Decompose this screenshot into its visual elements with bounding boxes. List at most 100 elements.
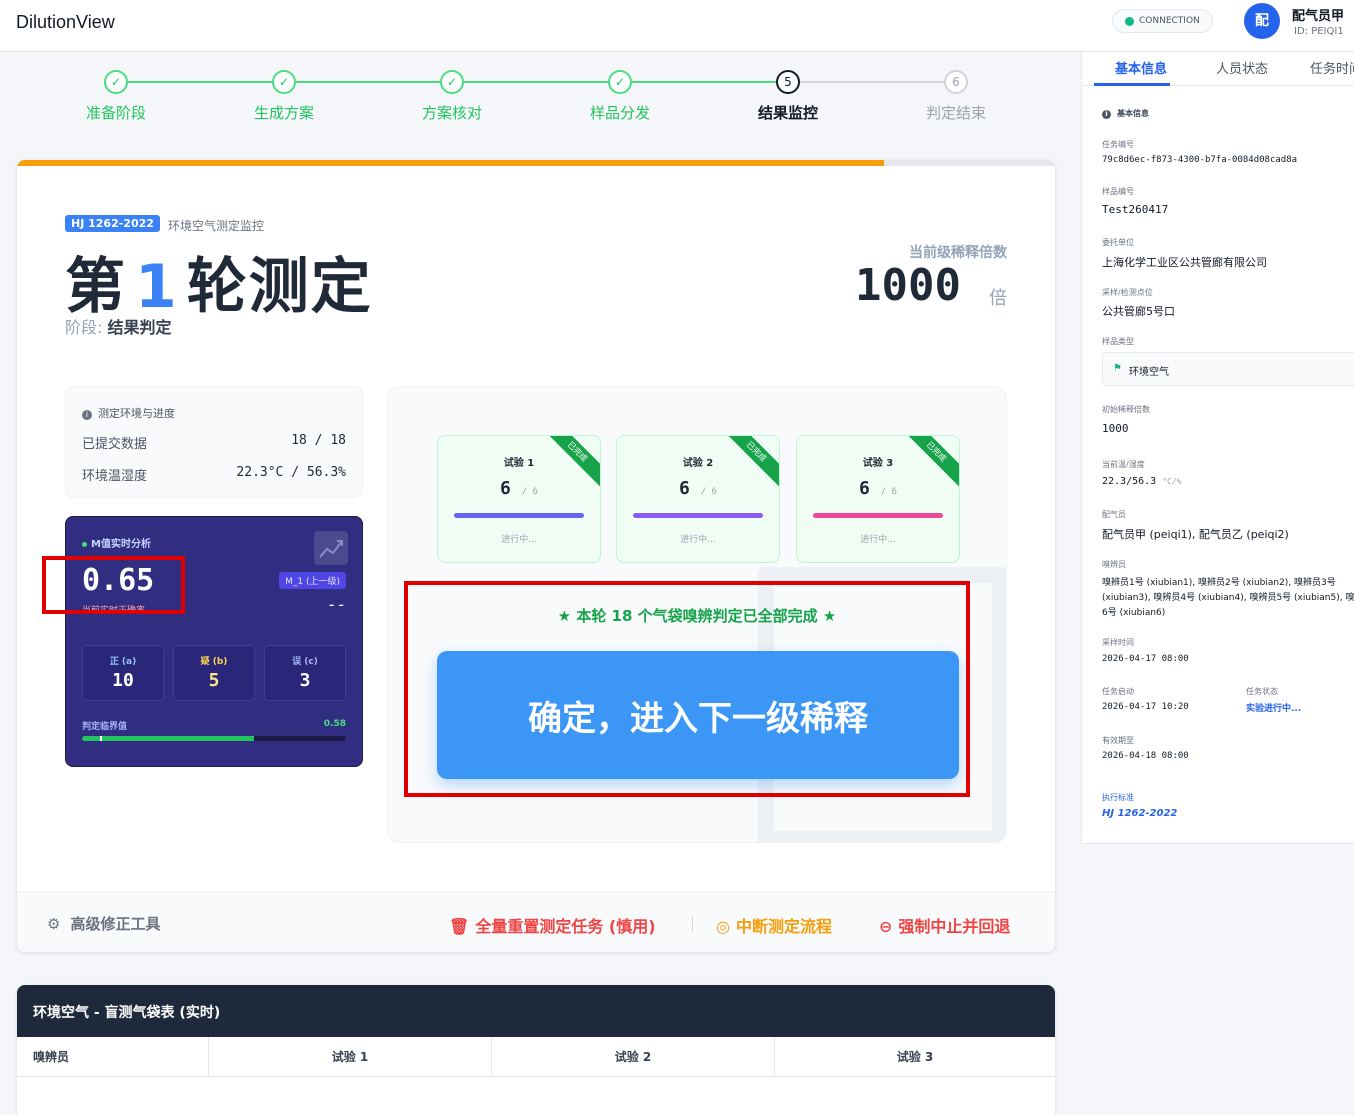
standard-link[interactable]: HJ 1262-2022: [1102, 808, 1177, 819]
gear-icon: ⚙: [47, 915, 61, 933]
trial-title: 试验 3: [862, 458, 894, 469]
check-icon: ✓: [440, 70, 464, 94]
round-progress-bar: [17, 160, 1055, 166]
connection-label: CONNECTION: [1139, 16, 1200, 26]
sniffer-list-line-1: 嗅辨员1号 (xiubian1), 嗅辨员2号 (xiubian2), 嗅辨员3…: [1102, 578, 1336, 588]
section-heading-text: 基本信息: [1117, 109, 1149, 118]
tab-task-time[interactable]: 任务时间: [1310, 58, 1354, 77]
client-label: 委托单位: [1102, 238, 1134, 247]
submitted-label: 已提交数据: [82, 437, 148, 452]
step-6[interactable]: 6 判定结束: [900, 68, 1012, 123]
info-icon: i: [82, 410, 92, 420]
table-title: 环境空气 - 盲测气袋表 (实时): [17, 985, 1055, 1037]
trial-card-3[interactable]: 已完成 试验 36 / 6 进行中...: [796, 435, 960, 563]
m-value-heading-text: M值实时分析: [91, 539, 151, 550]
temp-humidity-value: 22.3/56.3: [1102, 476, 1157, 487]
step-4[interactable]: ✓ 样品分发: [564, 68, 676, 123]
client-value: 上海化学工业区公共管廊有限公司: [1102, 256, 1267, 269]
avatar[interactable]: 配: [1244, 3, 1280, 39]
expiry-label: 有效期至: [1102, 736, 1134, 745]
environment-panel: i 测定环境与进度 已提交数据 18 / 18 环境温湿度 22.3°C / 56…: [65, 386, 363, 498]
sniffer-label: 嗅辨员: [1102, 560, 1126, 569]
temp-humidity-row: 22.3/56.3 °C/%: [1102, 476, 1181, 487]
tab-basic-info[interactable]: 基本信息: [1115, 58, 1167, 77]
table-header-row: 嗅辨员 试验 1 试验 2 试验 3: [17, 1037, 1055, 1077]
abort-button[interactable]: ⊖ 强制中止并回退: [879, 913, 1010, 937]
interrupt-label: 中断测定流程: [735, 917, 832, 936]
count-box: 正 (a) 10: [82, 645, 164, 701]
round-title-prefix: 第: [65, 252, 127, 322]
column-header-trial-2: 试验 2: [492, 1037, 775, 1077]
site-label: 采样/检测点位: [1102, 288, 1153, 297]
trial-status: 进行中...: [501, 535, 537, 545]
task-id-value: 79c8d6ec-f873-4300-b7fa-0084d08cad8a: [1102, 155, 1298, 165]
trial-progress-bar: [633, 513, 763, 518]
sniffer-list-line-3: 6号 (xiubian6): [1102, 608, 1166, 618]
sniffer-list-line-2: (xiubian3), 嗅辨员4号 (xiubian4), 嗅辨员5号 (xiu…: [1102, 593, 1354, 603]
threshold-marker: [100, 736, 103, 741]
check-icon: ✓: [608, 70, 632, 94]
sample-type-label: 样品类型: [1102, 337, 1134, 346]
count-key: 误 (c): [292, 657, 318, 667]
trial-title: 试验 2: [682, 458, 714, 469]
threshold-value: 0.58: [323, 719, 346, 729]
m1-tag: M_1 (上一级): [279, 572, 346, 589]
submitted-row: 已提交数据 18 / 18: [82, 433, 346, 452]
reset-task-button[interactable]: 🗑 全量重置测定任务 (慎用): [449, 913, 656, 937]
step-label: 样品分发: [589, 104, 650, 122]
trial-count-total: / 6: [521, 487, 538, 497]
stop-icon: ⊖: [879, 917, 893, 936]
tools-divider: [692, 916, 693, 932]
highlight-m-value: [42, 556, 185, 614]
step-1[interactable]: ✓ 准备阶段: [60, 68, 172, 123]
threshold-bar: [82, 736, 346, 741]
stage-label: 阶段:: [65, 318, 103, 337]
reset-task-label: 全量重置测定任务 (慎用): [475, 917, 656, 936]
count-box: 疑 (b) 5: [173, 645, 255, 701]
step-label: 方案核对: [421, 104, 482, 122]
trial-card-1[interactable]: 已完成 试验 16 / 6 进行中...: [437, 435, 601, 563]
column-header-trial-1: 试验 1: [209, 1037, 492, 1077]
expiry-value: 2026-04-18 08:00: [1102, 751, 1189, 761]
interrupt-button[interactable]: ◎ 中断测定流程: [716, 913, 832, 937]
trial-progress-bar: [813, 513, 943, 518]
trial-count-total: / 6: [880, 487, 897, 497]
sample-time-value: 2026-04-17 08:00: [1102, 654, 1189, 664]
flag-icon: ⚑: [1113, 363, 1122, 374]
step-2[interactable]: ✓ 生成方案: [228, 68, 340, 123]
count-box: 误 (c) 3: [264, 645, 346, 701]
m-value-panel: M值实时分析 0.65 当前实时正确率 M_1 (上一级) -- 正 (a) 10…: [65, 516, 363, 767]
step-3[interactable]: ✓ 方案核对: [396, 68, 508, 123]
step-label: 判定结束: [925, 104, 986, 122]
app-title: DilutionView: [16, 12, 115, 32]
round-number: 1: [135, 252, 179, 322]
sample-id-value: Test260417: [1102, 203, 1169, 216]
m-value-heading: M值实时分析: [82, 535, 151, 550]
count-value: 10: [112, 670, 134, 691]
column-header-trial-3: 试验 3: [896, 1050, 934, 1064]
sample-time-label: 采样时间: [1102, 638, 1134, 647]
m1-value: --: [326, 595, 346, 614]
section-heading: i 基本信息: [1102, 108, 1149, 119]
trial-count: 6 / 6: [438, 478, 600, 499]
trend-chart-icon: [314, 531, 348, 565]
trial-count: 6 / 6: [797, 478, 959, 499]
trial-card-2[interactable]: 已完成 试验 26 / 6 进行中...: [616, 435, 780, 563]
advanced-tools[interactable]: ⚙ 高级修正工具: [47, 913, 160, 934]
column-header-sniffer: 嗅辨员: [17, 1037, 209, 1077]
sidebar-tabs: 基本信息 人员状态 任务时间: [1082, 52, 1354, 86]
trial-count-value: 6: [679, 478, 690, 499]
highlight-next-button: [404, 581, 970, 797]
advanced-tools-bar: ⚙ 高级修正工具 🗑 全量重置测定任务 (慎用) ◎ 中断测定流程 ⊖ 强制中止并回退: [17, 891, 1055, 952]
blind-bag-table: 环境空气 - 盲测气袋表 (实时) 嗅辨员 试验 1 试验 2 试验 3: [17, 985, 1055, 1115]
connection-dot-icon: [1125, 17, 1134, 26]
site-value: 公共管廊5号口: [1102, 305, 1175, 318]
standard-label: 执行标准: [1102, 793, 1134, 802]
step-5[interactable]: 5 结果监控: [732, 68, 844, 123]
step-number: 5: [776, 70, 800, 94]
tab-personnel-status[interactable]: 人员状态: [1216, 58, 1268, 77]
count-key: 正 (a): [109, 657, 137, 667]
sample-type-value: 环境空气: [1129, 367, 1169, 378]
temp-humidity-label: 当前温/湿度: [1102, 460, 1145, 469]
temp-humidity-unit: °C/%: [1162, 477, 1182, 486]
